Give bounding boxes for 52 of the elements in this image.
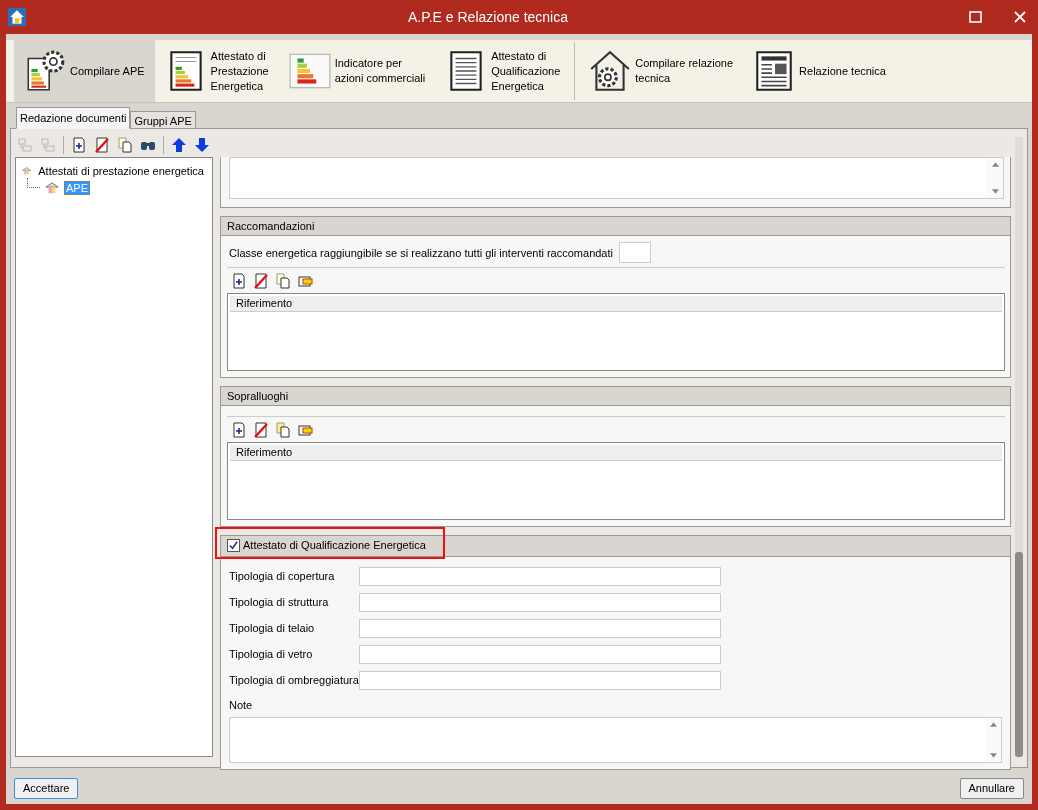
field-label: Tipologia di ombreggiatura [229,674,359,686]
input-field[interactable] [359,644,721,664]
house-icon [8,8,26,26]
ribbon-button[interactable]: Compilare relazione tecnica [579,40,744,102]
input-field[interactable] [359,566,721,586]
field-label: Tipologia di telaio [229,622,316,634]
new-icon[interactable] [231,273,247,289]
input-field[interactable] [359,618,721,638]
section-header: Raccomandazioni [221,217,1010,236]
input-field[interactable] [359,592,721,612]
ribbon-button[interactable]: Relazione tecnica [743,40,896,102]
house-icon [45,180,59,195]
edit-icon[interactable] [297,273,313,289]
accept-button[interactable]: Accettare [14,777,79,799]
input-field[interactable] [359,670,721,690]
cancel-button[interactable]: Annullare [959,777,1024,799]
scroll-down-icon[interactable] [989,753,997,758]
section-header: Sopralluoghi [221,387,1010,406]
field-label: Classe energetica raggiungibile se si realizzano tutti gli interventi raccomandati [229,246,613,259]
checkbox[interactable] [227,538,240,552]
tab[interactable]: Redazione documenti [16,107,131,129]
ribbon-button[interactable]: Compilare APE [14,40,155,102]
delete-icon[interactable] [253,273,269,289]
scroll-down-icon[interactable] [991,189,999,194]
scroll-up-icon[interactable] [989,722,997,727]
delete-icon[interactable] [94,137,110,153]
ribbon-button[interactable]: Indicatore per azioni commerciali [278,40,436,102]
up-icon[interactable] [171,137,187,153]
ribbon-button[interactable]: Attestato di Qualificazione Energetica [435,40,571,102]
copy-icon[interactable] [275,422,291,438]
maximize-icon[interactable] [968,9,984,25]
edit-icon[interactable] [297,422,313,438]
field-label: Tipologia di vetro [229,648,314,660]
down-icon[interactable] [194,137,210,153]
column-header[interactable]: Riferimento [230,296,1002,312]
tab[interactable]: Gruppi APE [130,111,196,129]
scrollbar[interactable] [1015,137,1023,757]
tree-item[interactable]: Attestati di prestazione energetica [36,163,206,178]
input-field[interactable] [619,242,651,263]
window-title: A.P.E e Relazione tecnica [406,9,570,25]
column-header[interactable]: Riferimento [230,445,1002,461]
new-icon[interactable] [231,422,247,438]
copy-icon[interactable] [275,273,291,289]
copy-icon[interactable] [117,137,133,153]
close-icon[interactable] [1012,9,1028,25]
ribbon-button[interactable]: Attestato di Prestazione Energetica [154,40,279,102]
delete-icon[interactable] [253,422,269,438]
field-label: Note [229,699,254,711]
field-label: Tipologia di copertura [229,570,336,582]
scroll-up-icon[interactable] [991,162,999,167]
new-icon[interactable] [71,137,87,153]
field-label: Tipologia di struttura [229,596,330,608]
